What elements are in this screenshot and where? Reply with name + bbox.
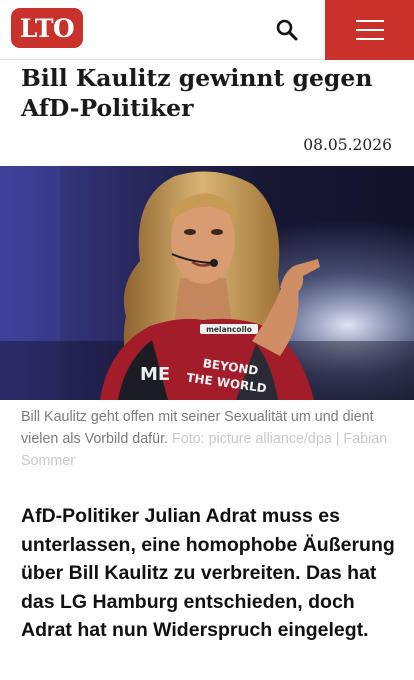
search-icon (276, 19, 298, 41)
lto-logo[interactable]: LTO (11, 8, 83, 48)
jacket-patch-text: melancollo (206, 325, 252, 334)
image-caption: Bill Kaulitz geht offen mit seiner Sexua… (21, 406, 406, 472)
article-title: Bill Kaulitz gewinnt gegen AfD-Politiker (21, 64, 373, 122)
article-lead: AfD-Politiker Julian Adrat muss es unter… (21, 505, 395, 641)
top-bar: LTO (0, 0, 414, 60)
article-date: 08.05.2026 (303, 136, 392, 154)
sleeve-text: ME (140, 364, 170, 385)
menu-button[interactable] (325, 0, 414, 60)
hamburger-menu-icon (355, 20, 384, 40)
article-hero-image[interactable]: melancollo BEYOND THE WORLD ME (0, 166, 414, 400)
search-button[interactable] (268, 12, 306, 48)
